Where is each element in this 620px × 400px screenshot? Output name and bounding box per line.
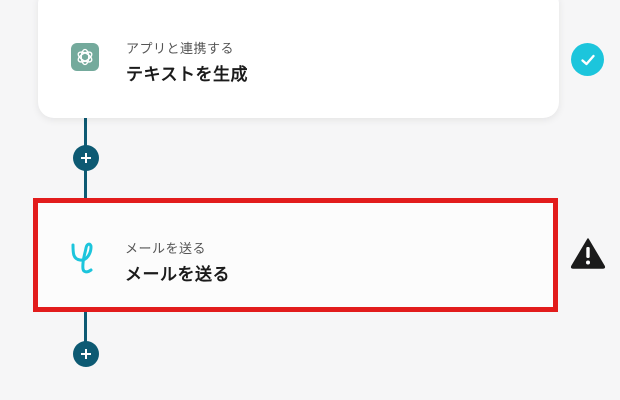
step-subtitle: メールを送る <box>125 242 207 257</box>
warning-icon <box>570 237 606 269</box>
flow-step-card[interactable]: メールを送る メールを送る <box>33 198 558 312</box>
chatgpt-icon <box>71 43 99 71</box>
yoom-mail-icon <box>68 239 100 275</box>
add-step-button[interactable] <box>73 145 99 171</box>
flow-step-card[interactable]: アプリと連携する テキストを生成 <box>38 0 559 118</box>
plus-icon <box>81 153 91 163</box>
step-subtitle: アプリと連携する <box>126 42 235 57</box>
step-title: メールを送る <box>125 265 230 285</box>
step-title: テキストを生成 <box>126 65 248 85</box>
add-step-button[interactable] <box>73 341 99 367</box>
check-icon <box>571 43 604 76</box>
plus-icon <box>81 349 91 359</box>
